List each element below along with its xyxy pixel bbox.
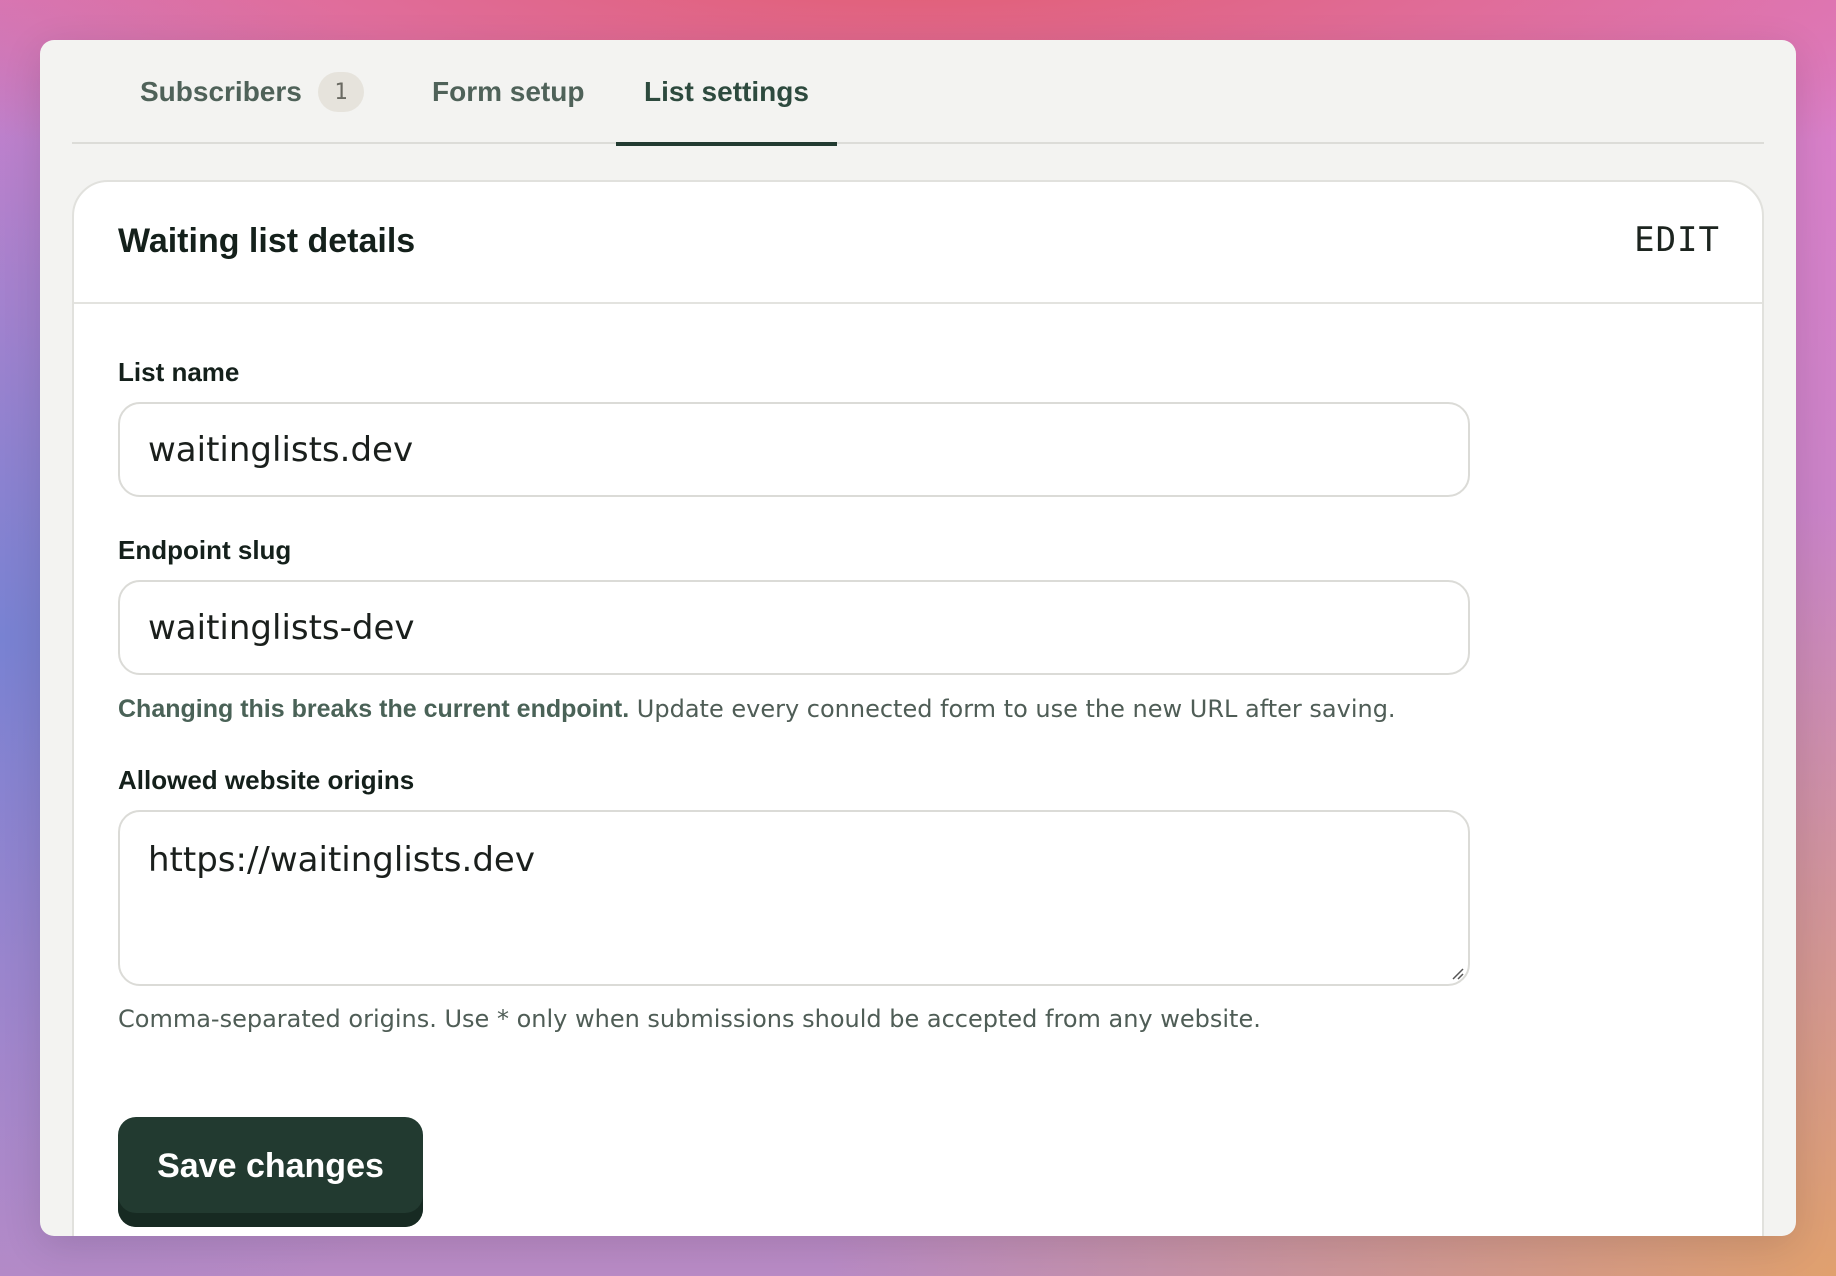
list-name-label: List name xyxy=(118,357,240,387)
tab-subscribers[interactable]: Subscribers 1 xyxy=(140,40,364,144)
endpoint-warning-text: Changing this breaks the current endpoin… xyxy=(118,695,630,723)
endpoint-help-text: Update every connected form to use the n… xyxy=(629,695,1396,723)
allowed-origins-textarea[interactable]: https://waitinglists.dev xyxy=(118,810,1470,986)
card-title: Waiting list details xyxy=(118,222,416,260)
list-name-input[interactable]: waitinglists.dev xyxy=(118,402,1470,497)
list-name-value: waitinglists.dev xyxy=(148,429,414,470)
card-header: Waiting list details EDIT xyxy=(74,182,1762,304)
tab-form-setup[interactable]: Form setup xyxy=(432,40,584,144)
app-window: Subscribers 1 Form setup List settings W… xyxy=(40,40,1796,1236)
resize-handle-icon[interactable] xyxy=(1450,966,1464,980)
endpoint-slug-value: waitinglists-dev xyxy=(148,607,415,648)
allowed-origins-value: https://waitinglists.dev xyxy=(148,840,535,880)
endpoint-slug-input[interactable]: waitinglists-dev xyxy=(118,580,1470,675)
tab-label: List settings xyxy=(644,76,809,107)
tab-label: Subscribers xyxy=(140,76,302,107)
tab-bar: Subscribers 1 Form setup List settings xyxy=(72,40,1764,146)
subscriber-count-badge: 1 xyxy=(317,72,364,112)
save-changes-button[interactable]: Save changes xyxy=(118,1117,423,1227)
endpoint-slug-help: Changing this breaks the current endpoin… xyxy=(118,695,1396,724)
edit-button[interactable]: EDIT xyxy=(1634,220,1720,260)
allowed-origins-label: Allowed website origins xyxy=(118,765,415,795)
tab-label: Form setup xyxy=(432,76,585,107)
tab-list-settings[interactable]: List settings xyxy=(616,40,837,146)
endpoint-slug-label: Endpoint slug xyxy=(118,535,292,565)
list-details-card: Waiting list details EDIT List name wait… xyxy=(72,180,1764,1236)
allowed-origins-help: Comma-separated origins. Use * only when… xyxy=(118,1005,1261,1033)
save-button-label: Save changes xyxy=(157,1146,384,1185)
